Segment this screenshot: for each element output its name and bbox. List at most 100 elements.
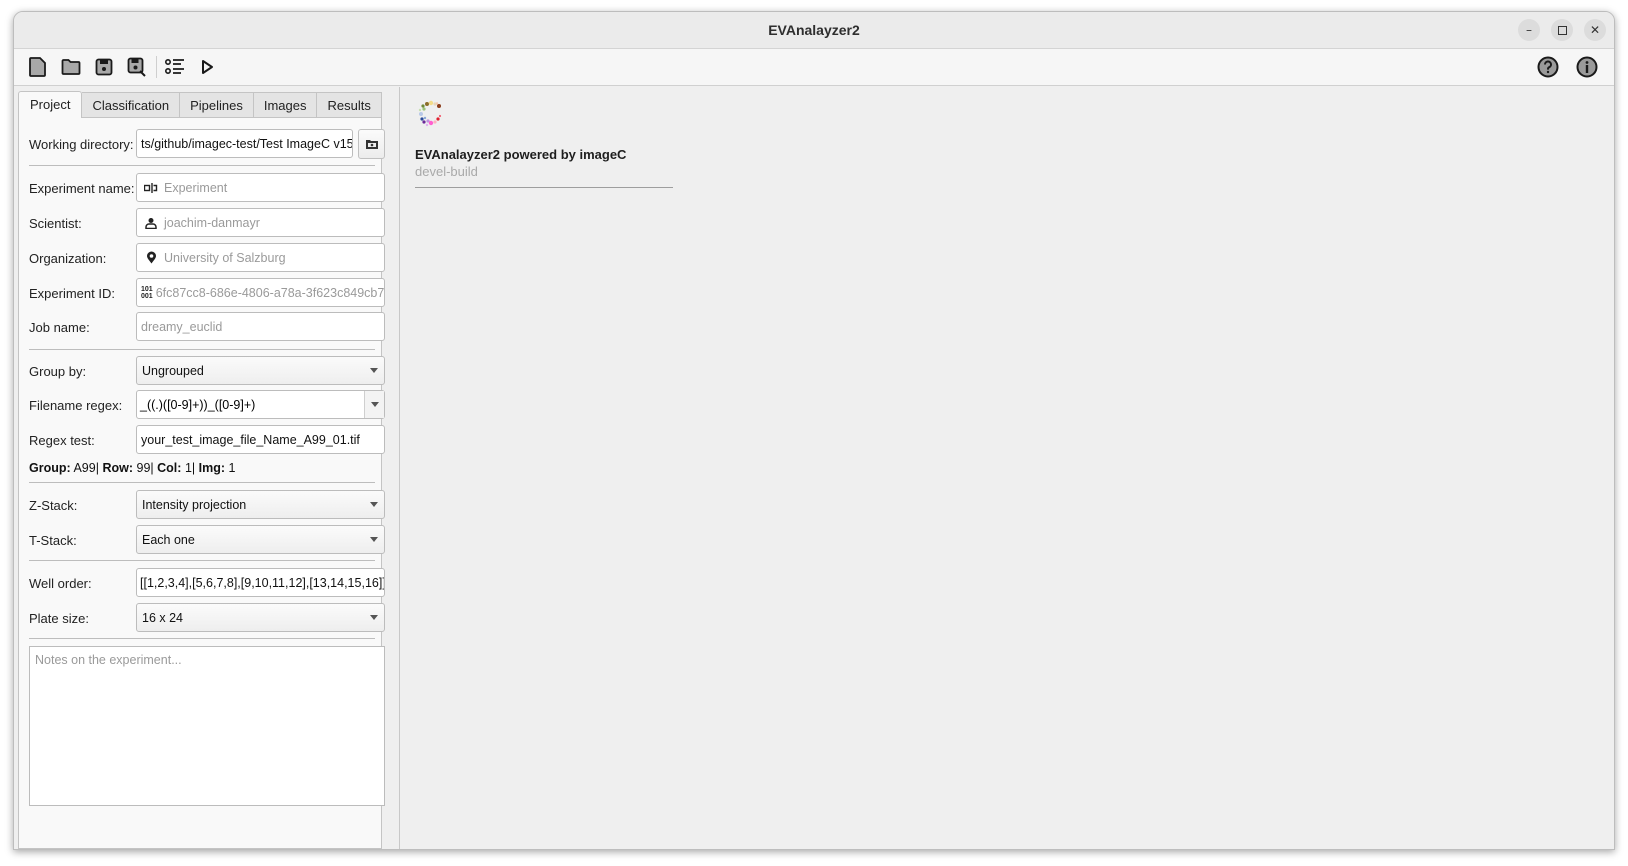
regex-test-label: Regex test:: [29, 432, 95, 448]
working-directory-label: Working directory:: [29, 136, 134, 152]
location-pin-icon: [141, 251, 161, 264]
notes-textarea[interactable]: Notes on the experiment...: [29, 646, 385, 806]
regex-test-input[interactable]: your_test_image_file_Name_A99_01.tif: [136, 425, 385, 454]
imagec-logo-icon: [418, 100, 442, 127]
experiment-name-input[interactable]: Experiment: [136, 173, 385, 202]
toolbar-separator: [156, 56, 157, 78]
job-name-label: Job name:: [29, 319, 90, 335]
experiment-id-row: Experiment ID: 101 001 6fc87cc8-686e-4806…: [29, 278, 385, 308]
minimize-button[interactable]: –: [1518, 19, 1540, 41]
group-result-value: A99: [73, 461, 96, 475]
help-icon: [1537, 56, 1559, 78]
chevron-down-icon: [370, 368, 378, 373]
z-stack-select[interactable]: Intensity projection: [136, 490, 385, 519]
col-result-label: Col:: [157, 461, 182, 475]
well-order-input[interactable]: [[1,2,3,4],[5,6,7,8],[9,10,11,12],[13,14…: [136, 568, 385, 597]
divider: [29, 349, 375, 350]
browse-directory-button[interactable]: [358, 129, 385, 159]
pipelines-button[interactable]: [161, 53, 189, 81]
left-pane: Project Classification Pipelines Images …: [18, 91, 394, 849]
img-result-value: 1: [228, 461, 236, 475]
row-result-label: Row:: [102, 461, 134, 475]
title-bar: EVAnalayzer2 – ✕: [14, 12, 1614, 49]
folder-open-icon: [365, 140, 378, 149]
new-file-icon: [29, 57, 46, 77]
tab-classification[interactable]: Classification: [82, 92, 181, 117]
maximize-icon: [1557, 25, 1567, 35]
tab-images[interactable]: Images: [253, 92, 318, 117]
about-title: EVAnalayzer2 powered by imageC: [415, 147, 627, 162]
save-as-icon: [127, 57, 146, 77]
save-as-button[interactable]: [123, 53, 151, 81]
z-stack-label: Z-Stack:: [29, 497, 78, 513]
t-stack-row: T-Stack: Each one: [29, 525, 385, 555]
group-by-label: Group by:: [29, 363, 87, 379]
divider: [415, 187, 673, 188]
col-result-value: 1: [184, 461, 192, 475]
organization-label: Organization:: [29, 250, 107, 266]
well-order-row: Well order: [[1,2,3,4],[5,6,7,8],[9,10,1…: [29, 568, 385, 598]
info-button[interactable]: [1573, 53, 1601, 81]
regex-test-row: Regex test: your_test_image_file_Name_A9…: [29, 425, 385, 455]
experiment-id-label: Experiment ID:: [29, 285, 115, 301]
working-directory-row: Working directory: ts/github/imagec-test…: [29, 129, 385, 159]
scientist-label: Scientist:: [29, 215, 82, 231]
new-project-button[interactable]: [24, 53, 52, 81]
tab-bar: Project Classification Pipelines Images …: [18, 91, 394, 118]
app-window: EVAnalayzer2 – ✕ Project Classification …: [13, 11, 1615, 850]
img-result-label: Img:: [198, 461, 226, 475]
t-stack-label: T-Stack:: [29, 532, 77, 548]
organization-row: Organization: University of Salzburg: [29, 243, 385, 273]
row-result-value: 99: [136, 461, 151, 475]
tab-pipelines[interactable]: Pipelines: [180, 92, 254, 117]
chevron-down-icon: [370, 502, 378, 507]
t-stack-select[interactable]: Each one: [136, 525, 385, 554]
run-icon: [202, 60, 213, 74]
window-title: EVAnalayzer2: [768, 22, 860, 38]
close-button[interactable]: ✕: [1584, 19, 1606, 41]
scientist-row: Scientist: joachim-danmayr: [29, 208, 385, 238]
close-icon: ✕: [1589, 23, 1601, 37]
job-name-input[interactable]: dreamy_euclid: [136, 312, 385, 341]
maximize-button[interactable]: [1551, 19, 1573, 41]
toolbar: [14, 49, 1614, 86]
info-icon: [1576, 56, 1598, 78]
divider: [29, 482, 375, 483]
open-project-button[interactable]: [57, 53, 85, 81]
scientist-input[interactable]: joachim-danmayr: [136, 208, 385, 237]
pipeline-list-icon: [165, 59, 184, 74]
build-label: devel-build: [415, 164, 478, 179]
open-folder-icon: [61, 59, 81, 75]
divider: [29, 165, 375, 166]
help-button[interactable]: [1534, 53, 1562, 81]
tab-results[interactable]: Results: [317, 92, 382, 117]
plate-size-select[interactable]: 16 x 24: [136, 603, 385, 632]
chevron-down-icon: [370, 537, 378, 542]
filename-regex-input[interactable]: _((.)([0-9]+))_([0-9]+): [136, 390, 385, 419]
chevron-down-icon: [370, 615, 378, 620]
text-cursor-icon: [141, 182, 161, 193]
chevron-down-icon[interactable]: [364, 391, 384, 418]
z-stack-row: Z-Stack: Intensity projection: [29, 490, 385, 520]
save-button[interactable]: [90, 53, 118, 81]
experiment-id-field[interactable]: 101 001 6fc87cc8-686e-4806-a78a-3f623c849…: [136, 278, 385, 307]
group-by-select[interactable]: Ungrouped: [136, 356, 385, 385]
regex-result: Group: A99| Row: 99| Col: 1| Img: 1: [29, 461, 236, 475]
tab-project[interactable]: Project: [18, 91, 83, 118]
plate-size-label: Plate size:: [29, 610, 89, 626]
group-by-row: Group by: Ungrouped: [29, 356, 385, 386]
about-section: EVAnalayzer2 powered by imageC devel-bui…: [415, 99, 673, 188]
plate-size-row: Plate size: 16 x 24: [29, 603, 385, 633]
well-order-label: Well order:: [29, 575, 92, 591]
binary-id-icon: 101 001: [141, 285, 153, 300]
experiment-name-label: Experiment name:: [29, 180, 135, 196]
working-directory-field[interactable]: ts/github/imagec-test/Test ImageC v15: [136, 129, 353, 158]
experiment-name-row: Experiment name: Experiment: [29, 173, 385, 203]
content-area: Project Classification Pipelines Images …: [14, 87, 1614, 849]
run-button[interactable]: [194, 53, 222, 81]
main-pane: EVAnalayzer2 powered by imageC devel-bui…: [400, 87, 1614, 849]
filename-regex-row: Filename regex: _((.)([0-9]+))_([0-9]+): [29, 390, 385, 420]
job-name-row: Job name: dreamy_euclid: [29, 312, 385, 342]
organization-input[interactable]: University of Salzburg: [136, 243, 385, 272]
filename-regex-label: Filename regex:: [29, 397, 123, 413]
